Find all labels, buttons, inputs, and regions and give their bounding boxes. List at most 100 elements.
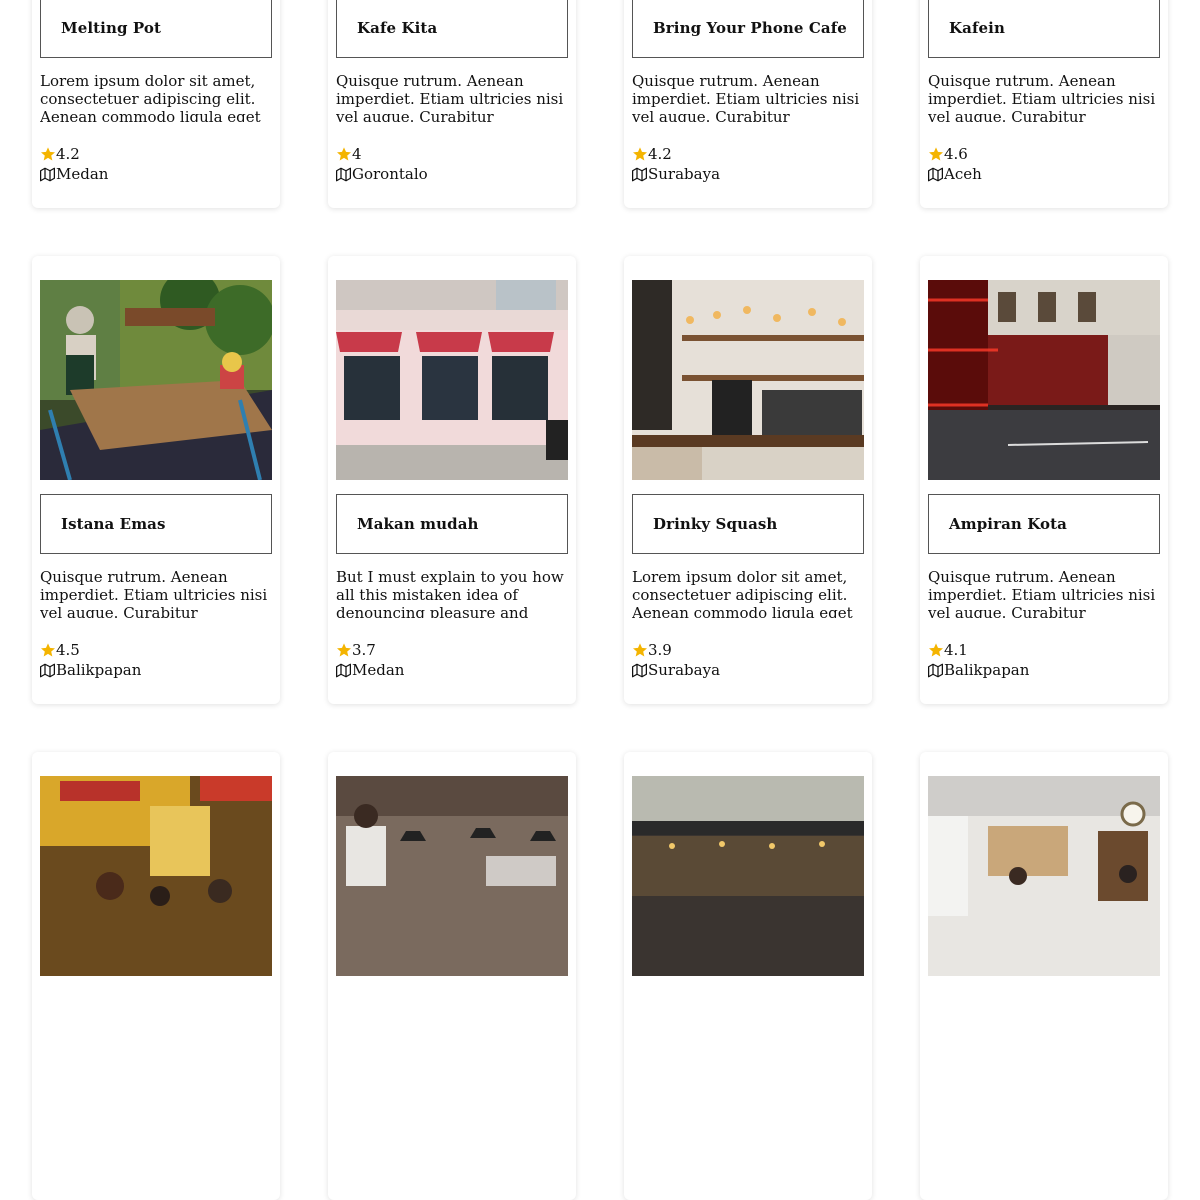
rating-row: 4	[336, 144, 428, 164]
map-icon	[336, 167, 351, 181]
map-icon	[40, 663, 55, 677]
restaurant-name[interactable]: Melting Pot	[61, 19, 161, 37]
garden-patio-photo	[40, 280, 272, 480]
card-title-box: Bring Your Phone Cafe	[632, 0, 864, 58]
location-row: Medan	[40, 164, 108, 184]
card-title-box: Makan mudah	[336, 494, 568, 554]
rating-row: 4.1	[928, 640, 1029, 660]
restaurant-description: Quisque rutrum. Aenean imperdiet. Etiam …	[928, 72, 1156, 122]
card-title-box: Ampiran Kota	[928, 494, 1160, 554]
rating-value: 4.2	[648, 145, 672, 163]
bright-cafe-interior-photo	[928, 776, 1160, 976]
city-name: Surabaya	[648, 661, 721, 679]
map-icon	[40, 167, 55, 181]
restaurant-card[interactable]	[624, 752, 872, 1200]
card-title-box: Kafe Kita	[336, 0, 568, 58]
card-title-box: Istana Emas	[40, 494, 272, 554]
restaurant-card[interactable]	[32, 752, 280, 1200]
restaurant-photo[interactable]	[40, 280, 272, 480]
card-meta: 4.5 Balikpapan	[40, 640, 141, 680]
rating-row: 4.6	[928, 144, 982, 164]
city-name: Balikpapan	[944, 661, 1030, 679]
city-name: Aceh	[944, 165, 982, 183]
restaurant-photo[interactable]	[632, 280, 864, 480]
card-meta: 3.7 Medan	[336, 640, 404, 680]
restaurant-photo[interactable]	[336, 280, 568, 480]
restaurant-name[interactable]: Drinky Squash	[653, 515, 777, 533]
star-icon	[929, 147, 943, 161]
restaurant-description: But I must explain to you how all this m…	[336, 568, 564, 618]
rating-value: 4	[352, 145, 362, 163]
star-icon	[633, 147, 647, 161]
restaurant-card[interactable]	[920, 752, 1168, 1200]
restaurant-card[interactable]: Kafe Kita Quisque rutrum. Aenean imperdi…	[328, 0, 576, 208]
restaurant-photo[interactable]	[632, 776, 864, 976]
city-name: Medan	[352, 661, 405, 679]
coffee-bar-photo	[632, 280, 864, 480]
restaurant-photo[interactable]	[336, 776, 568, 976]
rating-value: 3.7	[352, 641, 376, 659]
card-title-box: Melting Pot	[40, 0, 272, 58]
card-meta: 4.2 Medan	[40, 144, 108, 184]
city-name: Medan	[56, 165, 109, 183]
restaurant-name[interactable]: Bring Your Phone Cafe	[653, 19, 847, 37]
restaurant-name[interactable]: Makan mudah	[357, 515, 479, 533]
street-pub-photo	[928, 280, 1160, 480]
city-name: Balikpapan	[56, 661, 142, 679]
restaurant-photo[interactable]	[928, 280, 1160, 480]
restaurant-card[interactable]: Makan mudah But I must explain to you ho…	[328, 256, 576, 704]
city-name: Gorontalo	[352, 165, 428, 183]
star-icon	[41, 147, 55, 161]
map-icon	[632, 663, 647, 677]
busy-cafe-photo	[40, 776, 272, 976]
restaurant-description: Quisque rutrum. Aenean imperdiet. Etiam …	[928, 568, 1156, 618]
star-icon	[929, 643, 943, 657]
restaurant-photo[interactable]	[40, 776, 272, 976]
location-row: Balikpapan	[928, 660, 1029, 680]
map-icon	[928, 663, 943, 677]
card-title-box: Drinky Squash	[632, 494, 864, 554]
restaurant-card[interactable]	[328, 752, 576, 1200]
storefront-awnings-photo	[336, 280, 568, 480]
location-row: Surabaya	[632, 660, 720, 680]
rating-row: 3.9	[632, 640, 720, 660]
rating-row: 4.2	[632, 144, 720, 164]
restaurant-card[interactable]: Kafein Quisque rutrum. Aenean imperdiet.…	[920, 0, 1168, 208]
map-icon	[336, 663, 351, 677]
rating-value: 3.9	[648, 641, 672, 659]
map-icon	[632, 167, 647, 181]
restaurant-card[interactable]: Bring Your Phone Cafe Quisque rutrum. Ae…	[624, 0, 872, 208]
restaurant-card[interactable]: Istana Emas Quisque rutrum. Aenean imper…	[32, 256, 280, 704]
star-icon	[337, 643, 351, 657]
rating-row: 4.2	[40, 144, 108, 164]
restaurant-card[interactable]: Drinky Squash Lorem ipsum dolor sit amet…	[624, 256, 872, 704]
restaurant-description: Lorem ipsum dolor sit amet, consectetuer…	[40, 72, 261, 122]
restaurant-photo[interactable]	[928, 776, 1160, 976]
restaurant-description: Quisque rutrum. Aenean imperdiet. Etiam …	[632, 72, 860, 122]
rating-row: 4.5	[40, 640, 141, 660]
restaurant-card[interactable]: Melting Pot Lorem ipsum dolor sit amet, …	[32, 0, 280, 208]
restaurant-card[interactable]: Ampiran Kota Quisque rutrum. Aenean impe…	[920, 256, 1168, 704]
card-meta: 4 Gorontalo	[336, 144, 428, 184]
restaurant-name[interactable]: Istana Emas	[61, 515, 166, 533]
restaurant-description: Quisque rutrum. Aenean imperdiet. Etiam …	[40, 568, 268, 618]
rating-row: 3.7	[336, 640, 404, 660]
card-meta: 4.2 Surabaya	[632, 144, 720, 184]
map-icon	[928, 167, 943, 181]
card-meta: 3.9 Surabaya	[632, 640, 720, 680]
restaurant-exterior-photo	[632, 776, 864, 976]
star-icon	[633, 643, 647, 657]
restaurant-name[interactable]: Kafein	[949, 19, 1005, 37]
rating-value: 4.5	[56, 641, 80, 659]
location-row: Medan	[336, 660, 404, 680]
star-icon	[337, 147, 351, 161]
location-row: Balikpapan	[40, 660, 141, 680]
rating-value: 4.6	[944, 145, 968, 163]
card-meta: 4.1 Balikpapan	[928, 640, 1029, 680]
restaurant-description: Quisque rutrum. Aenean imperdiet. Etiam …	[336, 72, 564, 122]
restaurant-description: Lorem ipsum dolor sit amet, consectetuer…	[632, 568, 853, 618]
kitchen-chefs-photo	[336, 776, 568, 976]
restaurant-name[interactable]: Ampiran Kota	[949, 515, 1067, 533]
card-meta: 4.6 Aceh	[928, 144, 982, 184]
restaurant-name[interactable]: Kafe Kita	[357, 19, 437, 37]
